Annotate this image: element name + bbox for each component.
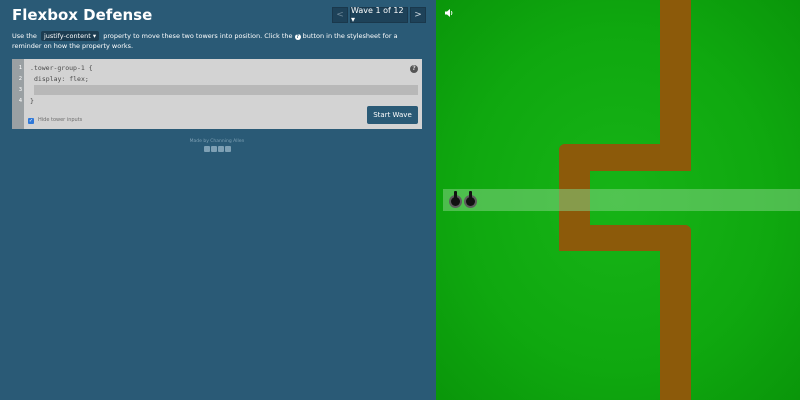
info-icon: ?	[294, 34, 301, 40]
line-number: 3	[18, 87, 22, 93]
instructions-part-2: property to move these two towers into p…	[103, 32, 293, 40]
previous-wave-button[interactable]: <	[332, 7, 348, 23]
github-icon[interactable]	[217, 146, 224, 152]
wave-select[interactable]: Wave 1 of 12 ▾	[350, 6, 408, 24]
instructions-panel: Flexbox Defense < Wave 1 of 12 ▾ > Use t…	[0, 0, 436, 400]
tower-barrel	[469, 191, 472, 199]
instructions-part-1: Use the	[12, 32, 37, 40]
show-tower-inputs-label: Hide tower inputs	[38, 117, 83, 123]
wave-navigation: < Wave 1 of 12 ▾ >	[332, 6, 426, 24]
help-icon[interactable]: ?	[410, 65, 418, 73]
app-title: Flexbox Defense	[12, 6, 153, 24]
show-tower-inputs-checkbox[interactable]: ✓	[28, 118, 34, 124]
footer-credit: Made by Channing Allen	[189, 139, 245, 144]
start-wave-button[interactable]: Start Wave	[367, 106, 418, 124]
css-editor: 1 2 3 4 .tower-group-1 { display: flex; …	[12, 59, 422, 129]
property-dropdown[interactable]: justify-content ▾	[40, 31, 100, 41]
tower-barrel	[454, 191, 457, 199]
tower	[448, 191, 463, 208]
code-display-line: display: flex;	[34, 75, 89, 83]
share-icon[interactable]	[224, 146, 231, 152]
instructions-text: Use the justify-content ▾ property to mo…	[12, 31, 426, 51]
line-number: 1	[18, 65, 22, 71]
code-closing-brace: }	[30, 97, 34, 105]
footer: Made by Channing Allen	[177, 139, 257, 152]
line-number: 4	[18, 98, 22, 104]
footer-social-icons	[177, 146, 257, 152]
tower	[463, 191, 478, 208]
game-board	[436, 0, 800, 400]
path-segment	[660, 225, 691, 400]
line-number-gutter: 1 2 3 4	[12, 59, 24, 129]
sound-icon[interactable]	[444, 8, 454, 18]
facebook-icon[interactable]	[203, 146, 210, 152]
tower-lane	[443, 189, 800, 211]
next-wave-button[interactable]: >	[410, 7, 426, 23]
line-number: 2	[18, 76, 22, 82]
code-selector-line: .tower-group-1 {	[30, 64, 93, 72]
css-input-field[interactable]	[34, 85, 418, 95]
twitter-icon[interactable]	[210, 146, 217, 152]
